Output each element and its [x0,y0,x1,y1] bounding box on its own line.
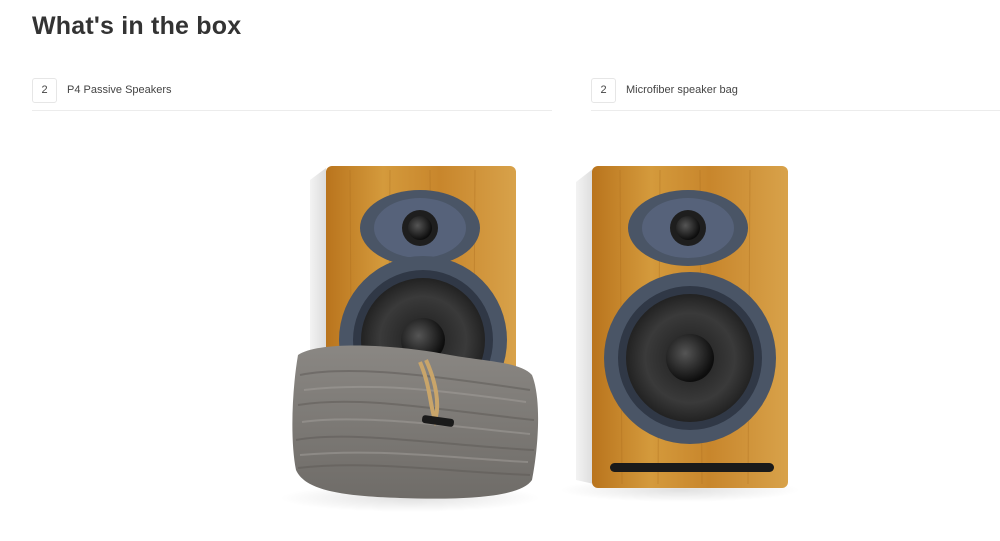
speakers-photo [280,166,800,512]
item-label: P4 Passive Speakers [67,84,172,96]
speaker-bag [292,345,539,499]
item-quantity: 2 [32,77,57,103]
right-speaker [576,166,788,488]
item-label: Microfiber speaker bag [626,84,738,96]
box-item-bag: 2 Microfiber speaker bag [591,76,1000,111]
box-item-speakers: 2 P4 Passive Speakers [32,76,552,111]
item-quantity: 2 [591,77,616,103]
section-title: What's in the box [32,12,242,40]
